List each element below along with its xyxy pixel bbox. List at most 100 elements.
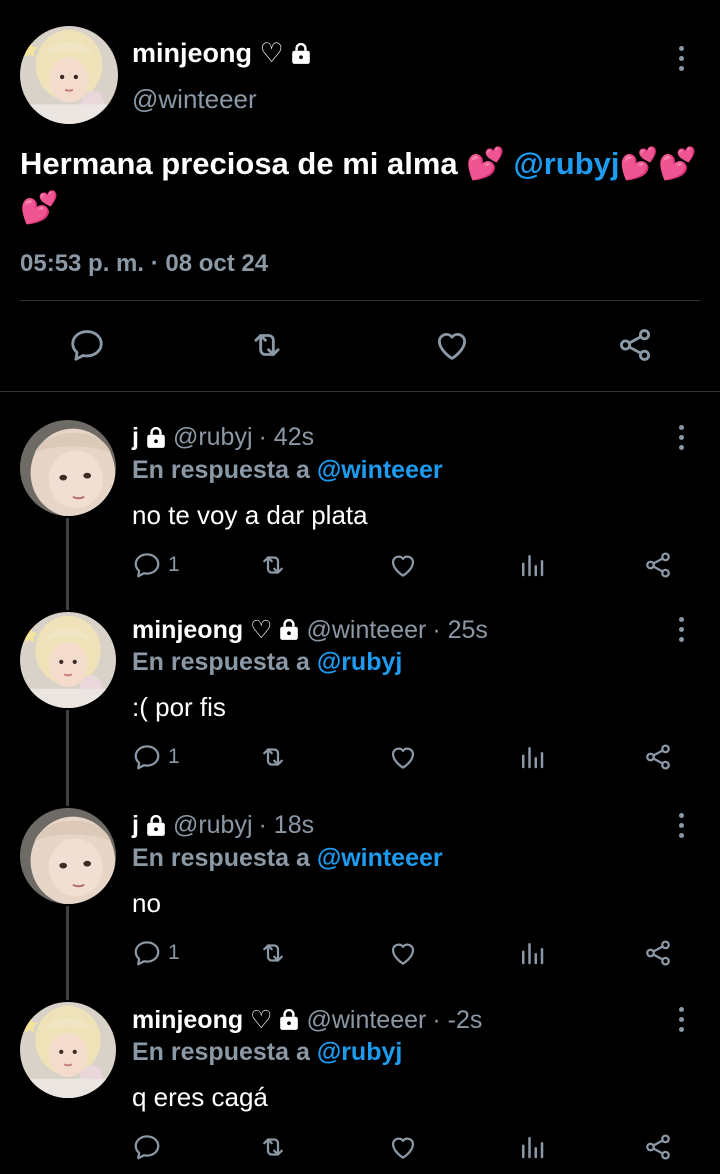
action-bar bbox=[0, 1132, 720, 1172]
action-bar bbox=[0, 326, 720, 370]
thread-connector bbox=[66, 710, 69, 806]
stats-icon bbox=[517, 938, 547, 968]
reply-button[interactable]: 1 bbox=[132, 742, 180, 772]
share-button[interactable] bbox=[643, 938, 673, 968]
reply-tweet[interactable]: j @rubyj · 18s En respuesta a @winteeer … bbox=[0, 808, 720, 980]
avatar[interactable] bbox=[20, 26, 118, 124]
mention-link[interactable]: @rubyj bbox=[317, 1038, 403, 1066]
more-options-icon[interactable] bbox=[676, 46, 686, 71]
in-reply-label: En respuesta a bbox=[132, 1038, 317, 1066]
in-reply-label: En respuesta a bbox=[132, 844, 317, 872]
retweet-icon bbox=[258, 1132, 288, 1162]
share-icon bbox=[616, 326, 654, 364]
share-icon bbox=[643, 1132, 673, 1162]
share-icon bbox=[643, 742, 673, 772]
lock-icon bbox=[145, 427, 167, 449]
like-button[interactable] bbox=[388, 742, 418, 772]
like-icon bbox=[433, 326, 471, 364]
thread-connector bbox=[66, 518, 69, 610]
reply-tweet[interactable]: j @rubyj · 42s En respuesta a @winteeer … bbox=[0, 420, 720, 592]
reply-header: j @rubyj · 42s bbox=[132, 423, 314, 452]
reply-icon bbox=[132, 938, 162, 968]
like-button[interactable] bbox=[433, 326, 471, 364]
author-handle[interactable]: @rubyj bbox=[173, 811, 253, 840]
author-name-text: minjeong ♡ bbox=[132, 38, 284, 68]
retweet-button[interactable] bbox=[258, 938, 288, 968]
lock-icon bbox=[290, 43, 312, 65]
share-button[interactable] bbox=[643, 1132, 673, 1162]
action-bar: 1 bbox=[0, 550, 720, 590]
more-options-icon[interactable] bbox=[676, 425, 686, 450]
reply-tweet[interactable]: minjeong ♡ @winteeer · -2s En respuesta … bbox=[0, 1002, 720, 1174]
avatar[interactable] bbox=[20, 612, 116, 708]
in-reply-to: En respuesta a @winteeer bbox=[132, 456, 443, 485]
avatar[interactable] bbox=[20, 1002, 116, 1098]
stats-icon bbox=[517, 742, 547, 772]
retweet-button[interactable] bbox=[258, 1132, 288, 1162]
author-name[interactable]: j bbox=[132, 423, 139, 452]
like-button[interactable] bbox=[388, 938, 418, 968]
like-button[interactable] bbox=[388, 550, 418, 580]
mention-link[interactable]: @winteeer bbox=[317, 456, 443, 484]
more-options-icon[interactable] bbox=[676, 617, 686, 642]
in-reply-label: En respuesta a bbox=[132, 648, 317, 676]
share-button[interactable] bbox=[643, 742, 673, 772]
mention-link[interactable]: @rubyj bbox=[513, 146, 619, 181]
in-reply-to: En respuesta a @rubyj bbox=[132, 1038, 402, 1067]
reply-icon bbox=[132, 742, 162, 772]
more-options-icon[interactable] bbox=[676, 813, 686, 838]
reply-button[interactable]: 1 bbox=[132, 550, 180, 580]
mention-link[interactable]: @winteeer bbox=[317, 844, 443, 872]
author-name[interactable]: minjeong ♡ bbox=[132, 38, 312, 69]
retweet-button[interactable] bbox=[258, 742, 288, 772]
reply-tweet[interactable]: minjeong ♡ @winteeer · 25s En respuesta … bbox=[0, 612, 720, 784]
analytics-button[interactable] bbox=[517, 742, 547, 772]
author-handle[interactable]: @rubyj bbox=[173, 423, 253, 452]
reply-header: minjeong ♡ @winteeer · 25s bbox=[132, 615, 488, 645]
reply-time: · 18s bbox=[258, 811, 315, 839]
reply-text: no te voy a dar plata bbox=[132, 500, 368, 530]
share-button[interactable] bbox=[643, 550, 673, 580]
reply-icon bbox=[132, 550, 162, 580]
thread-connector bbox=[66, 906, 69, 1000]
share-icon bbox=[643, 550, 673, 580]
reply-icon bbox=[68, 326, 106, 364]
reply-button[interactable]: 1 bbox=[132, 938, 180, 968]
analytics-button[interactable] bbox=[517, 938, 547, 968]
retweet-icon bbox=[248, 326, 286, 364]
tweet-text: Hermana preciosa de mi alma 💕 @rubyj💕💕💕 bbox=[20, 142, 710, 230]
reply-time: · 42s bbox=[258, 423, 315, 451]
retweet-button[interactable] bbox=[258, 550, 288, 580]
author-handle[interactable]: @winteeer bbox=[306, 1006, 426, 1035]
author-name[interactable]: j bbox=[132, 811, 139, 840]
lock-icon bbox=[278, 1009, 300, 1031]
share-button[interactable] bbox=[616, 326, 654, 364]
like-icon bbox=[388, 742, 418, 772]
retweet-icon bbox=[258, 550, 288, 580]
divider bbox=[20, 300, 700, 301]
retweet-icon bbox=[258, 938, 288, 968]
reply-text: no bbox=[132, 888, 161, 918]
lock-icon bbox=[145, 815, 167, 837]
reply-text: :( por fis bbox=[132, 692, 226, 722]
analytics-button[interactable] bbox=[517, 550, 547, 580]
retweet-button[interactable] bbox=[248, 326, 286, 364]
reply-header: minjeong ♡ @winteeer · -2s bbox=[132, 1005, 482, 1035]
like-icon bbox=[388, 1132, 418, 1162]
stats-icon bbox=[517, 1132, 547, 1162]
mention-link[interactable]: @rubyj bbox=[317, 648, 403, 676]
analytics-button[interactable] bbox=[517, 1132, 547, 1162]
reply-button[interactable] bbox=[68, 326, 106, 364]
avatar[interactable] bbox=[20, 420, 116, 516]
more-options-icon[interactable] bbox=[676, 1007, 686, 1032]
like-button[interactable] bbox=[388, 1132, 418, 1162]
share-icon bbox=[643, 938, 673, 968]
author-name[interactable]: minjeong ♡ bbox=[132, 1005, 272, 1035]
author-handle[interactable]: @winteeer bbox=[132, 84, 257, 115]
avatar[interactable] bbox=[20, 808, 116, 904]
author-name[interactable]: minjeong ♡ bbox=[132, 615, 272, 645]
author-handle[interactable]: @winteeer bbox=[306, 616, 426, 645]
reply-button[interactable] bbox=[132, 1132, 168, 1162]
retweet-icon bbox=[258, 742, 288, 772]
timestamp: 05:53 p. m. · 08 oct 24 bbox=[20, 250, 269, 277]
